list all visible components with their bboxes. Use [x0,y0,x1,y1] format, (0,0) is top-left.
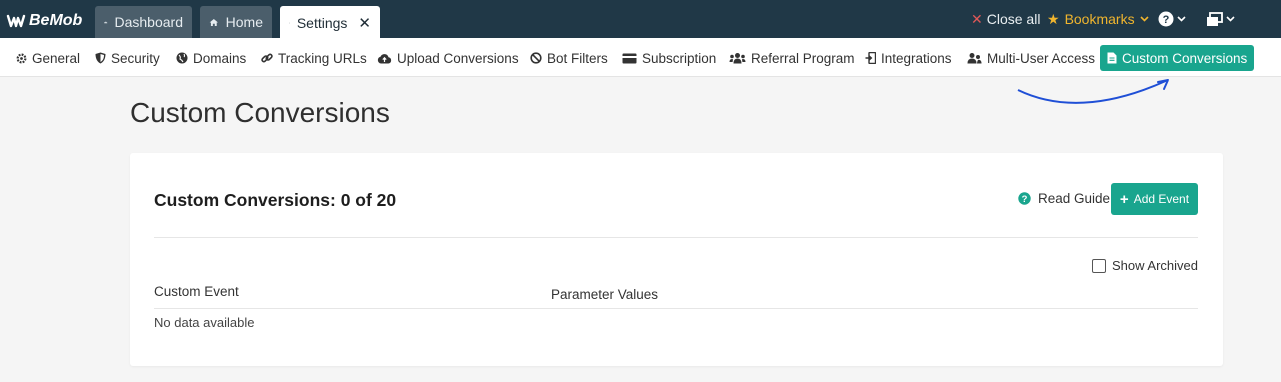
help-dropdown[interactable]: ? [1158,0,1186,38]
nav-label: General [32,50,81,66]
cloud-upload-icon [377,53,392,63]
show-archived-label: Show Archived [1112,258,1198,273]
show-archived-checkbox[interactable]: Show Archived [1092,258,1198,273]
globe-icon [176,52,188,64]
nav-label: Bot Filters [547,50,608,66]
empty-state-text: No data available [154,315,255,330]
user-group-icon [967,53,982,64]
nav-item-tracking-urls[interactable]: Tracking URLs [254,45,374,71]
nav-label: Custom Conversions [1122,50,1248,66]
add-event-button[interactable]: + Add Event [1111,183,1198,215]
chevron-down-icon [1226,16,1235,22]
custom-conversions-card: Custom Conversions: 0 of 20 ? Read Guide… [130,153,1223,366]
chevron-down-icon [1177,16,1186,22]
nav-label: Tracking URLs [278,50,367,66]
nav-item-custom-conversions[interactable]: Custom Conversions [1100,45,1255,71]
page-title: Custom Conversions [130,97,390,128]
close-all-label: Close all [986,11,1041,27]
read-guide-label: Read Guide [1038,191,1111,206]
credit-card-icon [622,53,637,63]
plug-icon [865,52,876,64]
nav-label: Subscription [642,50,717,66]
table-header-divider [154,308,1198,309]
tab-label: Dashboard [114,14,184,30]
bemob-logo-icon [6,14,26,28]
nav-label: Upload Conversions [397,50,519,66]
column-header-parameter-values[interactable]: Parameter Values [551,287,658,302]
logo-text: BeMob [29,12,83,29]
home-icon [209,18,218,26]
checkbox[interactable] [1092,258,1106,273]
nav-label: Security [111,50,160,66]
nav-item-upload-conversions[interactable]: Upload Conversions [370,45,526,71]
nav-item-multi-user-access[interactable]: Multi-User Access [960,45,1102,71]
top-bar: BeMob Dashboard Home Settings ✕ ✕ Close … [0,0,1281,40]
nav-label: Integrations [881,50,952,66]
plus-icon: + [1119,190,1129,208]
read-guide-link[interactable]: ? Read Guide [1018,191,1110,206]
close-icon: ✕ [971,10,983,27]
divider [154,237,1198,238]
file-icon [1107,52,1117,64]
star-icon: ★ [1047,10,1060,27]
close-tab-icon[interactable]: ✕ [358,14,371,32]
tab-settings[interactable]: Settings ✕ [280,6,380,40]
nav-item-security[interactable]: Security [88,45,167,71]
card-title: Custom Conversions: 0 of 20 [154,190,397,210]
bookmarks-label: Bookmarks [1064,11,1135,27]
nav-item-referral-program[interactable]: Referral Program [722,45,862,71]
gear-icon [289,22,290,24]
svg-text:?: ? [1163,14,1170,26]
nav-label: Domains [193,50,247,66]
nav-item-integrations[interactable]: Integrations [858,45,959,71]
dashboard-icon [104,21,108,24]
gear-icon [16,53,27,63]
add-event-label: Add Event [1133,192,1190,206]
windows-dropdown[interactable] [1206,0,1235,38]
users-icon [729,53,746,64]
nav-item-bot-filters[interactable]: Bot Filters [523,45,615,71]
ban-icon [530,52,542,64]
annotation-arrow [1017,79,1169,104]
nav-item-subscription[interactable]: Subscription [615,45,723,71]
bookmarks-dropdown[interactable]: ★ Bookmarks [1047,0,1149,38]
tab-dashboard[interactable]: Dashboard [95,6,192,38]
question-circle-icon: ? [1158,11,1174,27]
question-circle-icon: ? [1018,192,1031,205]
chevron-down-icon [1140,16,1149,22]
nav-item-domains[interactable]: Domains [169,45,253,71]
shield-icon [95,52,106,64]
tab-label: Settings [296,15,348,31]
link-icon [261,53,273,63]
tab-home[interactable]: Home [200,6,272,38]
nav-label: Multi-User Access [987,50,1096,66]
nav-label: Referral Program [751,50,855,66]
windows-icon [1207,11,1223,26]
bemob-logo[interactable]: BeMob [6,10,82,32]
svg-text:?: ? [1022,194,1028,205]
nav-item-general[interactable]: General [9,45,87,71]
tab-label: Home [225,14,263,30]
close-all-button[interactable]: ✕ Close all [971,0,1040,38]
column-header-custom-event[interactable]: Custom Event [154,284,239,299]
